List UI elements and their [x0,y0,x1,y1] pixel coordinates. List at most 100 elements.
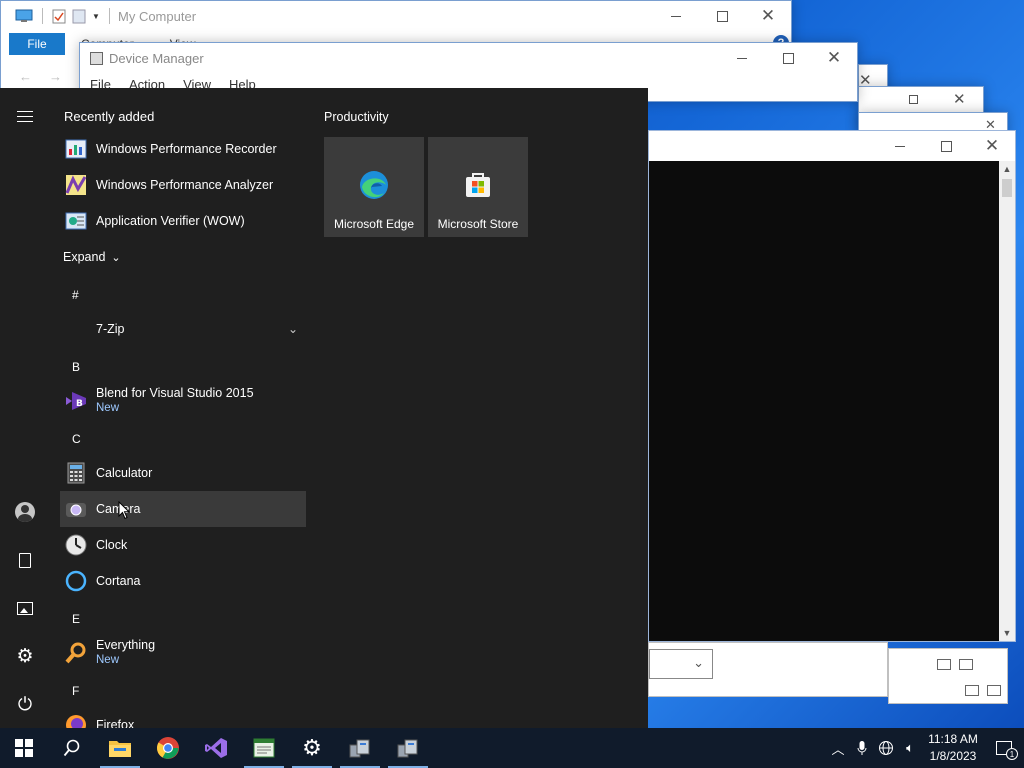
app-item-7zip[interactable]: 7-Zip ⌄ [60,311,306,347]
group-header-f[interactable]: F [72,684,79,698]
maximize-button[interactable] [765,43,811,73]
new-folder-icon[interactable] [72,9,86,24]
app-item-calculator[interactable]: Calculator [60,455,306,491]
close-button[interactable]: ✕ [811,43,857,73]
close-button[interactable]: ✕ [969,131,1015,161]
group-header-c[interactable]: C [72,432,81,446]
app-item-app-verifier[interactable]: Application Verifier (WOW) [60,203,306,239]
chevron-up-icon: ︿ [831,741,845,757]
app-item-firefox[interactable]: Firefox [60,707,306,728]
app-list[interactable]: Recently added Windows Performance Recor… [50,88,310,728]
store-icon [466,173,490,197]
taskbar-notepad-app[interactable] [240,728,288,768]
preview-view-icon[interactable] [959,659,973,670]
minimize-button[interactable] [877,131,923,161]
maximize-button[interactable] [909,95,918,104]
file-explorer-icon [109,741,131,757]
dialog-panel: ⌄ [648,642,888,697]
preview-view-icon[interactable] [987,685,1001,696]
close-button[interactable]: ✕ [953,90,966,108]
app-item-performance-recorder[interactable]: Windows Performance Recorder [60,131,306,167]
computer-icon [15,9,33,22]
settings-button[interactable]: ⚙ [0,633,50,679]
document-icon [19,552,31,568]
group-header-hash[interactable]: # [72,288,79,302]
edge-icon [360,171,388,199]
close-button[interactable]: ✕ [745,1,791,31]
cortana-icon [65,570,87,592]
taskbar-server-manager[interactable] [336,728,384,768]
maximize-button[interactable] [923,131,969,161]
file-tab[interactable]: File [9,33,65,55]
group-header-e[interactable]: E [72,612,80,626]
clock-date: 1/8/2023 [929,749,977,763]
minimize-button[interactable] [719,43,765,73]
forward-arrow-icon[interactable]: → [49,69,62,84]
dialog-dropdown[interactable]: ⌄ [649,649,713,679]
app-verifier-icon [65,212,87,230]
app-name: Firefox [96,717,135,729]
qat-dropdown-icon[interactable]: ▼ [92,12,100,21]
details-view-icon[interactable] [965,685,979,696]
server-manager-icon [349,739,370,758]
app-item-cortana[interactable]: Cortana [60,563,306,599]
new-badge: New [96,654,120,666]
tile-microsoft-store[interactable]: Microsoft Store [428,137,528,237]
clock-button[interactable]: 11:18 AM 1/8/2023 [922,731,984,765]
microphone-button[interactable] [850,728,874,768]
notification-count-badge: 1 [1006,748,1018,760]
documents-button[interactable] [0,537,50,583]
minimize-button[interactable] [653,1,699,31]
console-output[interactable] [649,161,999,641]
tile-microsoft-edge[interactable]: Microsoft Edge [324,137,424,237]
camera-icon [66,503,86,517]
app-item-performance-analyzer[interactable]: Windows Performance Analyzer [60,167,306,203]
microphone-icon [857,741,867,755]
network-button[interactable] [874,728,898,768]
app-name: 7-Zip [96,321,125,336]
vertical-scrollbar[interactable]: ▲ ▼ [999,161,1015,641]
search-button[interactable] [48,728,96,768]
window-title: My Computer [118,8,197,24]
action-center-button[interactable]: 1 [984,728,1024,768]
show-hidden-icons-button[interactable]: ︿ [826,728,850,768]
app-item-clock[interactable]: Clock [60,527,306,563]
taskbar-visual-studio[interactable] [192,728,240,768]
folder-group-icon [64,317,88,341]
group-header-b[interactable]: B [72,360,80,374]
globe-network-icon [879,741,893,755]
expand-menu-button[interactable] [0,93,50,139]
start-button[interactable] [0,728,48,768]
scroll-down-icon[interactable]: ▼ [999,625,1015,641]
app-item-everything[interactable]: Everything New [60,635,306,671]
start-menu: ⚙ ⏻ Recently added Windows Performance R… [0,88,648,728]
taskbar-chrome[interactable] [144,728,192,768]
scroll-up-icon[interactable]: ▲ [999,161,1015,177]
system-tray: ︿ 🔈︎ 11:18 AM 1/8/2023 1 [826,728,1024,768]
maximize-button[interactable] [699,1,745,31]
tiles-group-heading[interactable]: Productivity [324,110,389,124]
scrollbar-thumb[interactable] [1002,179,1012,197]
recently-added-heading: Recently added [64,109,155,124]
taskbar-settings[interactable]: ⚙ [288,728,336,768]
chevron-down-icon: ⌄ [111,251,121,264]
svg-text:B: B [76,399,83,409]
app-item-blend[interactable]: B Blend for Visual Studio 2015 New [60,383,306,419]
taskbar-server-manager-2[interactable] [384,728,432,768]
app-item-camera[interactable]: Camera [60,491,306,527]
pictures-button[interactable] [0,585,50,631]
device-manager-titlebar[interactable]: Device Manager ✕ [80,43,857,73]
power-icon: ⏻ [17,693,33,714]
taskbar-file-explorer[interactable] [96,728,144,768]
volume-button[interactable]: 🔈︎ [898,728,922,768]
back-arrow-icon[interactable]: ← [19,69,32,84]
my-computer-titlebar[interactable]: ▼ My Computer ✕ [1,1,791,31]
details-view-icon[interactable] [937,659,951,670]
app-name: Clock [96,537,128,552]
expand-recently-added-button[interactable]: Expand ⌄ [63,250,121,264]
power-button[interactable]: ⏻ [0,681,50,727]
account-button[interactable] [0,489,50,535]
console-window[interactable]: ✕ ▲ ▼ [648,130,1016,642]
properties-icon[interactable] [52,9,66,24]
app-name: Cortana [96,573,141,588]
